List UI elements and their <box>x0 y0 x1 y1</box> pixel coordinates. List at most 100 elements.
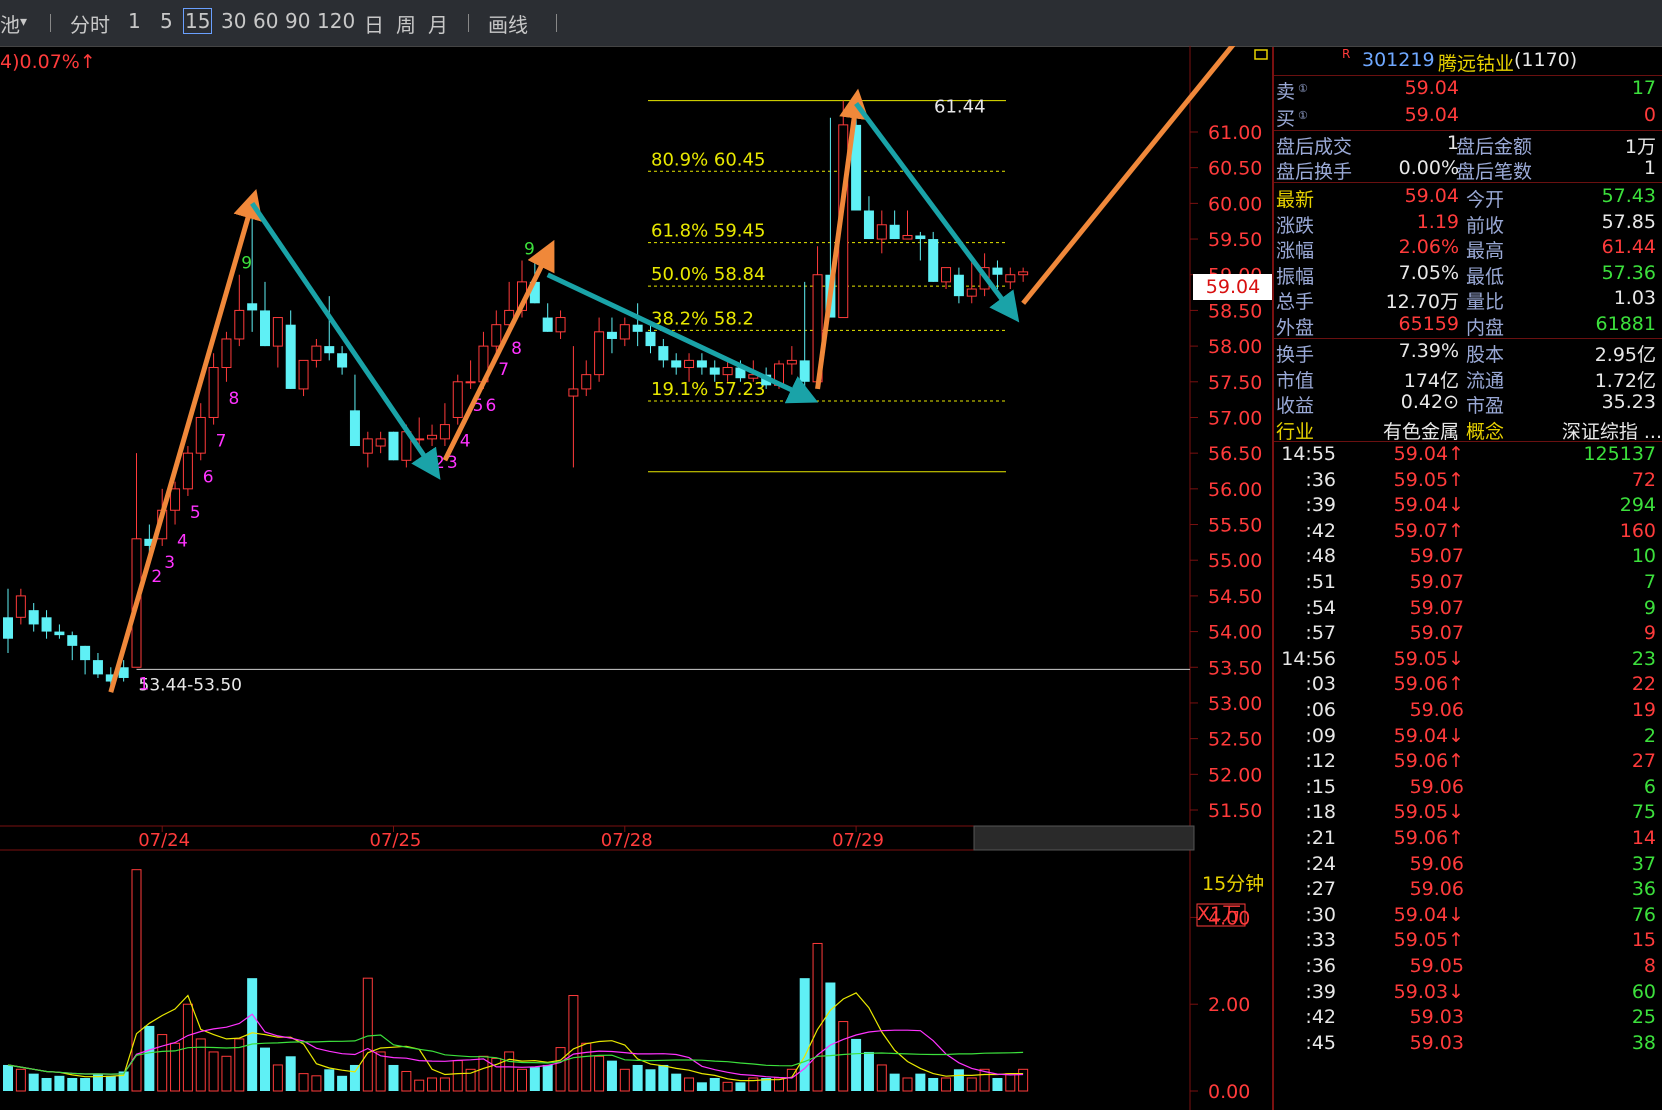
ask-label: 卖 <box>1276 81 1296 103</box>
volume-bars: 4.002.000.00 <box>3 869 1250 1103</box>
candlesticks <box>3 100 1029 689</box>
kline-chart[interactable]: 07/24 07/25 07/28 07/2953.44-53.50 4.002.00… <box>0 46 1272 1110</box>
candle-body <box>619 324 630 340</box>
tick-row[interactable]: :15 59.06 6 <box>1274 776 1662 803</box>
period-tab-30min[interactable]: 30 <box>221 9 246 33</box>
candle-body <box>375 438 386 447</box>
tick-row[interactable]: :33 59.05↑ 15 <box>1274 929 1662 956</box>
volume-bar <box>992 1077 1003 1091</box>
quote-label: 总手 <box>1276 291 1315 313</box>
tick-row[interactable]: :39 59.04↓ 294 <box>1274 494 1662 521</box>
tick-row[interactable]: :21 59.06↑ 14 <box>1274 827 1662 854</box>
volume-bar <box>863 1051 874 1091</box>
period-tab-week[interactable]: 周 <box>396 9 416 38</box>
tick-row[interactable]: :18 59.05↓ 75 <box>1274 801 1662 828</box>
quote-label: 最新 <box>1276 189 1315 211</box>
tick-time: :48 <box>1305 545 1336 568</box>
quote-row[interactable]: 涨幅 2.06% 最高 61.44 <box>1274 236 1662 263</box>
period-tab-120min[interactable]: 120 <box>317 9 355 33</box>
after-hours-value: 1万 <box>1624 136 1656 158</box>
quote-row[interactable]: 总手 12.70万 量比 1.03 <box>1274 287 1662 314</box>
period-tab-day[interactable]: 日 <box>364 9 384 38</box>
period-tab-60min[interactable]: 60 <box>253 9 278 33</box>
tick-row[interactable]: :45 59.03 38 <box>1274 1032 1662 1059</box>
candle-body <box>465 381 476 384</box>
horizontal-scrollbar[interactable] <box>973 825 1195 851</box>
draw-line-button[interactable]: 画线 <box>488 9 528 38</box>
tick-time: :06 <box>1305 699 1336 721</box>
after-hours-row[interactable]: 盘后成交 1 盘后金额 1万 <box>1274 132 1662 159</box>
tick-row[interactable]: 14:55 59.04↑ 125137 <box>1274 443 1662 470</box>
tick-row[interactable]: :24 59.06 37 <box>1274 853 1662 880</box>
after-hours-row[interactable]: 盘后换手 0.00% 盘后笔数 1 <box>1274 157 1662 184</box>
tick-row[interactable]: :03 59.06↑ 22 <box>1274 673 1662 700</box>
quote-row[interactable]: 最新 59.04 今开 57.43 <box>1274 185 1662 212</box>
tick-row[interactable]: :48 59.07 10 <box>1274 545 1662 572</box>
tick-volume: 37 <box>1631 852 1656 875</box>
volume-bar <box>41 1077 52 1091</box>
volume-bar <box>928 1077 939 1091</box>
sequence-label: 6 <box>203 467 214 487</box>
tick-volume: 9 <box>1643 622 1656 645</box>
industry-row[interactable]: 行业 有色金属 概念 深证综指 ... <box>1274 417 1662 444</box>
ask-row[interactable]: 卖 ① 59.04 17 <box>1274 77 1662 104</box>
tick-price: 59.04↓ <box>1393 724 1464 747</box>
tick-row[interactable]: :36 59.05 8 <box>1274 955 1662 982</box>
tick-row[interactable]: 14:56 59.05↓ 23 <box>1274 648 1662 675</box>
tick-row[interactable]: :42 59.07↑ 160 <box>1274 520 1662 547</box>
tick-row[interactable]: :12 59.06↑ 27 <box>1274 750 1662 777</box>
tick-price: 59.03↓ <box>1393 980 1464 1003</box>
tick-row[interactable]: :39 59.03↓ 60 <box>1274 981 1662 1008</box>
date-label: 07/29 <box>832 830 884 851</box>
fundamental-label: 市盈 <box>1466 395 1505 417</box>
tick-row[interactable]: :51 59.07 7 <box>1274 571 1662 598</box>
candle-body <box>555 317 566 333</box>
fundamental-row[interactable]: 市值 174亿 流通 1.72亿 <box>1274 366 1662 393</box>
tick-row[interactable]: :57 59.07 9 <box>1274 622 1662 649</box>
window-toggle-icon[interactable] <box>1254 49 1268 60</box>
period-tab-1min[interactable]: 1 <box>128 9 141 33</box>
quote-row[interactable]: 涨跌 1.19 前收 57.85 <box>1274 211 1662 238</box>
price-tick-label: 54.00 <box>1208 622 1262 644</box>
period-tab-90min[interactable]: 90 <box>285 9 310 33</box>
tick-row[interactable]: :42 59.03 25 <box>1274 1006 1662 1033</box>
volume-bar <box>581 1042 592 1092</box>
period-tab-5min[interactable]: 5 <box>160 9 173 33</box>
quote-value: 59.04 <box>1404 185 1459 207</box>
tick-volume: 160 <box>1619 519 1656 542</box>
dropdown-arrow-icon[interactable]: ▾ <box>20 14 27 30</box>
quote-panel: R 301219 腾远钴业 (1170) 卖 ① 59.04 17 买 ① 59… <box>1272 47 1662 1110</box>
tick-price: 59.07 <box>1409 545 1464 568</box>
tick-price: 59.04↑ <box>1393 443 1464 465</box>
fib-label: 61.8% 59.45 <box>651 221 765 242</box>
tick-price: 59.04↓ <box>1393 494 1464 517</box>
quote-row[interactable]: 振幅 7.05% 最低 57.36 <box>1274 262 1662 289</box>
tick-time: :51 <box>1305 571 1336 593</box>
fundamental-label: 市值 <box>1276 369 1315 392</box>
industry-label: 行业 <box>1276 421 1315 443</box>
tick-row[interactable]: :06 59.06 19 <box>1274 699 1662 726</box>
tick-volume: 9 <box>1643 596 1656 619</box>
period-tab-15min[interactable]: 15 <box>183 8 213 34</box>
period-tab-month[interactable]: 月 <box>428 9 448 38</box>
candle-body <box>684 359 695 369</box>
quote-label: 外盘 <box>1276 316 1315 339</box>
tick-row[interactable]: :36 59.05↑ 72 <box>1274 469 1662 496</box>
volume-bar <box>427 1077 438 1092</box>
quote-row[interactable]: 外盘 65159 内盘 61881 <box>1274 313 1662 340</box>
tick-volume: 6 <box>1643 775 1656 798</box>
fundamental-row[interactable]: 收益 0.42⊙ 市盈 35.23 <box>1274 391 1662 418</box>
bid-row[interactable]: 买 ① 59.04 0 <box>1274 104 1662 131</box>
tick-row[interactable]: :30 59.04↓ 76 <box>1274 904 1662 931</box>
trend-arrows <box>108 46 1236 693</box>
tick-row[interactable]: :54 59.07 9 <box>1274 597 1662 624</box>
fundamental-row[interactable]: 换手 7.39% 股本 2.95亿 <box>1274 340 1662 367</box>
tick-row[interactable]: :27 59.06 36 <box>1274 878 1662 905</box>
toolbar-left-fragment[interactable]: 池 <box>0 9 20 38</box>
period-tab-intraday[interactable]: 分时 <box>70 9 110 38</box>
after-hours-label: 盘后成交 <box>1276 136 1353 158</box>
volume-bar <box>889 1073 900 1091</box>
volume-bar <box>80 1077 91 1091</box>
tick-time: 14:55 <box>1281 443 1336 465</box>
tick-row[interactable]: :09 59.04↓ 2 <box>1274 725 1662 752</box>
